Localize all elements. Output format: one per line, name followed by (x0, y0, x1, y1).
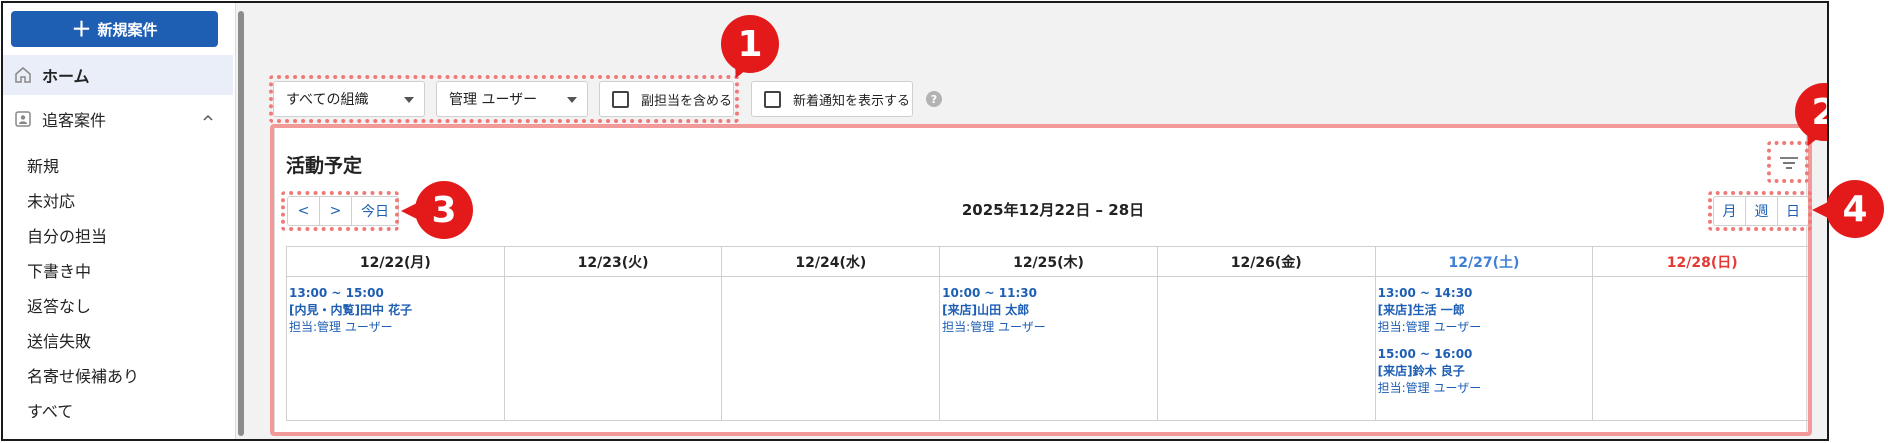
calendar-day-column[interactable]: 12/28(日) (1593, 247, 1812, 420)
sidebar-scrollbar-thumb[interactable] (238, 11, 244, 436)
panel-title: 活動予定 (286, 155, 363, 177)
event-time[interactable]: 13:00 ~ 14:30 (1378, 285, 1593, 302)
week-calendar: 12/22(月) 13:00 ~ 15:00 [内見・内覧]田中 花子 担当:管理 ユ… (286, 246, 1812, 421)
sidebar-item-unhandled[interactable]: 未対応 (27, 182, 139, 217)
calendar-event[interactable]: 15:00 ~ 16:00 [来店]鈴木 良子 担当:管理 ユーザー (1376, 346, 1593, 397)
calendar-day-header: 12/23(火) (504, 247, 722, 277)
sidebar-item-send-failed[interactable]: 送信失敗 (27, 322, 139, 357)
checkbox-icon[interactable] (764, 90, 781, 108)
sidebar-item-home[interactable]: ホーム (3, 55, 233, 95)
calendar-day-header: 12/25(木) (940, 247, 1157, 277)
calendar-day-column[interactable]: 12/22(月) 13:00 ~ 15:00 [内見・内覧]田中 花子 担当:管理 ユ… (287, 247, 505, 420)
calendar-event[interactable]: 13:00 ~ 15:00 [内見・内覧]田中 花子 担当:管理 ユーザー (287, 285, 504, 336)
view-switcher: 月 週 日 (1713, 196, 1809, 226)
calendar-day-column[interactable]: 12/23(火) (504, 247, 723, 420)
annotation-marker-1: 1 (721, 15, 779, 73)
month-view-button[interactable]: 月 (1714, 197, 1746, 225)
new-case-button[interactable]: ＋ 新規案件 (11, 11, 218, 47)
user-select[interactable]: 管理 ユーザー (436, 81, 588, 117)
sidebar-item-drafts[interactable]: 下書き中 (27, 252, 139, 287)
sidebar-group-follow-up[interactable]: 追客案件 (3, 100, 233, 138)
date-nav-group: < > 今日 (287, 196, 399, 226)
event-owner: 担当:管理 ユーザー (1377, 381, 1482, 395)
app-frame: ＋ 新規案件 ホーム 追客案件 新規 未対応 自分の担当 下書き中 返答なし 送… (1, 1, 1829, 441)
day-view-button[interactable]: 日 (1778, 197, 1808, 225)
annotation-marker-4: 4 (1812, 180, 1884, 238)
caret-down-icon (404, 97, 414, 103)
caret-down-icon (567, 97, 577, 103)
event-owner: 担当:管理 ユーザー (942, 320, 1046, 334)
calendar-day-column[interactable]: 12/26(金) (1157, 247, 1376, 420)
sidebar-item-all[interactable]: すべて (27, 392, 139, 427)
home-icon (15, 67, 31, 83)
help-icon[interactable]: ? (926, 91, 942, 107)
date-range-title: 2025年12月22日 – 28日 (961, 201, 1145, 219)
organization-select-value: すべての組織 (286, 92, 369, 108)
event-owner: 担当:管理 ユーザー (1377, 320, 1482, 334)
calendar-event[interactable]: 13:00 ~ 14:30 [来店]生活 一郎 担当:管理 ユーザー (1376, 285, 1593, 336)
sidebar-item-new[interactable]: 新規 (27, 147, 139, 182)
event-time[interactable]: 15:00 ~ 16:00 (1378, 346, 1593, 363)
next-week-button[interactable]: > (320, 197, 352, 225)
organization-select[interactable]: すべての組織 (273, 81, 425, 117)
new-case-label: 新規案件 (97, 20, 158, 39)
calendar-day-header: 12/28(日) (1593, 247, 1812, 277)
plus-icon: ＋ (71, 17, 92, 41)
event-title[interactable]: [来店]生活 一郎 (1378, 302, 1593, 319)
calendar-day-column[interactable]: 12/24(水) (722, 247, 941, 420)
sidebar-sub-items: 新規 未対応 自分の担当 下書き中 返答なし 送信失敗 名寄せ候補あり すべて (27, 147, 139, 427)
sidebar-group-label: 追客案件 (42, 111, 107, 130)
include-sub-owner-label: 副担当を含める (641, 93, 733, 109)
calendar-day-header: 12/27(土) (1375, 247, 1593, 277)
show-new-notifications-checkbox[interactable]: 新着通知を表示する (751, 81, 913, 117)
calendar-day-header: 12/22(月) (287, 247, 504, 277)
event-time[interactable]: 13:00 ~ 15:00 (289, 285, 504, 302)
sidebar-item-no-reply[interactable]: 返答なし (27, 287, 139, 322)
checkbox-icon[interactable] (612, 90, 629, 108)
event-title[interactable]: [来店]鈴木 良子 (1378, 363, 1593, 380)
sidebar-item-mine[interactable]: 自分の担当 (27, 217, 139, 252)
show-new-notifications-label: 新着通知を表示する (793, 93, 911, 109)
sidebar-item-merge-candidates[interactable]: 名寄せ候補あり (27, 357, 139, 392)
sidebar: ＋ 新規案件 ホーム 追客案件 新規 未対応 自分の担当 下書き中 返答なし 送… (3, 3, 236, 439)
contact-card-icon (15, 111, 31, 127)
sidebar-item-home-label: ホーム (42, 67, 90, 86)
event-owner: 担当:管理 ユーザー (289, 320, 393, 334)
calendar-day-column[interactable]: 12/27(土) 13:00 ~ 14:30 [来店]生活 一郎 担当:管理 ユーザー… (1375, 247, 1594, 420)
calendar-day-header: 12/24(水) (722, 247, 940, 277)
event-time[interactable]: 10:00 ~ 11:30 (942, 285, 1157, 302)
today-button[interactable]: 今日 (352, 197, 398, 225)
event-title[interactable]: [来店]山田 太郎 (942, 302, 1157, 319)
week-view-button[interactable]: 週 (1746, 197, 1778, 225)
calendar-event[interactable]: 10:00 ~ 11:30 [来店]山田 太郎 担当:管理 ユーザー (940, 285, 1157, 336)
event-title[interactable]: [内見・内覧]田中 花子 (289, 302, 504, 319)
annotation-marker-3: 3 (401, 181, 473, 239)
prev-week-button[interactable]: < (288, 197, 320, 225)
filter-icon[interactable] (1778, 154, 1800, 172)
calendar-day-column[interactable]: 12/25(木) 10:00 ~ 11:30 [来店]山田 太郎 担当:管理 ユーザー (940, 247, 1158, 420)
user-select-value: 管理 ユーザー (449, 92, 538, 108)
include-sub-owner-checkbox[interactable]: 副担当を含める (599, 81, 734, 117)
chevron-up-icon[interactable] (203, 113, 213, 123)
calendar-day-header: 12/26(金) (1157, 247, 1375, 277)
